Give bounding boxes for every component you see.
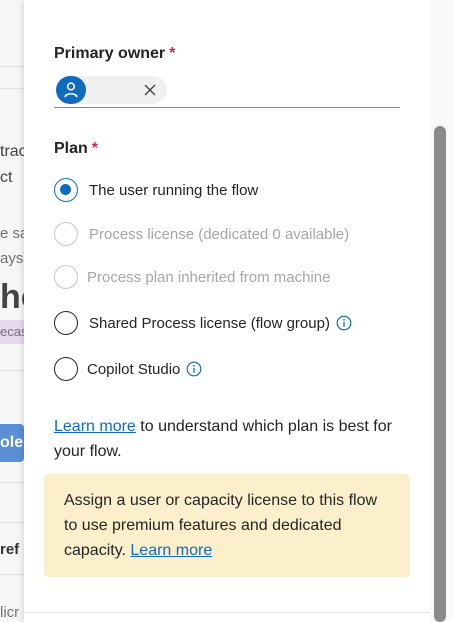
background-button: ole [0, 424, 24, 462]
license-notice-text: Assign a user or capacity license to thi… [64, 492, 378, 559]
background-text: ays) [0, 250, 24, 267]
background-text: e sa [0, 225, 24, 242]
background-page: trac ct e sa ays) ho ecas ole ref licr [0, 0, 24, 622]
primary-owner-picker[interactable] [54, 74, 400, 108]
plan-option-label: Process plan inherited from machine [87, 268, 331, 286]
required-indicator: * [91, 140, 99, 157]
license-notice: Assign a user or capacity license to thi… [44, 474, 410, 577]
notice-learn-more-link[interactable]: Learn more [130, 542, 212, 559]
background-tag: ecas [0, 320, 24, 344]
background-text: licr [0, 604, 20, 621]
panel-footer-divider [24, 612, 430, 613]
plan-option-label: Process license (dedicated 0 available) [89, 225, 350, 243]
owner-chip [56, 76, 167, 104]
plan-option-shared-process[interactable]: Shared Process license (flow group) [54, 309, 352, 337]
background-divider [0, 66, 24, 67]
flow-settings-panel: Primary owner * Plan * The user running th… [24, 0, 430, 622]
remove-owner-button[interactable] [140, 80, 160, 100]
learn-more-link[interactable]: Learn more [54, 418, 136, 435]
scrollbar-thumb[interactable] [434, 126, 446, 622]
plan-option-process-license: Process license (dedicated 0 available) [54, 220, 349, 248]
plan-option-label: Copilot Studio [87, 360, 181, 378]
plan-option-user[interactable]: The user running the flow [54, 176, 258, 204]
background-divider [0, 88, 24, 89]
plan-option-label: The user running the flow [89, 181, 259, 199]
plan-option-machine-plan: Process plan inherited from machine [54, 263, 330, 291]
radio-button [54, 222, 78, 246]
radio-button[interactable] [54, 178, 78, 202]
person-icon [56, 76, 86, 104]
background-text: ref [0, 541, 20, 558]
background-divider [0, 522, 24, 523]
plan-label-text: Plan [54, 140, 88, 157]
background-divider [0, 370, 24, 371]
required-indicator: * [169, 45, 176, 62]
primary-owner-label-text: Primary owner [54, 45, 166, 62]
info-icon[interactable] [186, 361, 202, 377]
plan-label: Plan * [54, 140, 98, 158]
radio-button[interactable] [54, 311, 78, 335]
plan-option-label: Shared Process license (flow group) [89, 314, 330, 332]
background-text: ct [0, 169, 13, 186]
plan-help-text: Learn more to understand which plan is b… [54, 414, 404, 464]
background-heading: ho [0, 278, 24, 316]
radio-button [54, 265, 78, 289]
background-text: trac [0, 143, 24, 160]
background-divider [0, 574, 24, 575]
background-divider [0, 482, 24, 483]
close-icon [144, 84, 156, 96]
radio-button[interactable] [54, 357, 78, 381]
primary-owner-label: Primary owner * [54, 45, 175, 63]
info-icon[interactable] [336, 315, 352, 331]
plan-option-copilot-studio[interactable]: Copilot Studio [54, 355, 202, 383]
